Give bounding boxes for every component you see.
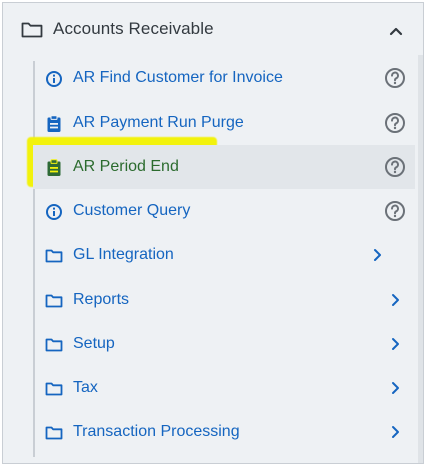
help-icon[interactable] (384, 67, 406, 89)
menu-item-transaction-processing[interactable]: Transaction Processing (33, 410, 415, 454)
chevron-right-icon[interactable] (389, 336, 403, 352)
menu-item-label: Reports (73, 291, 130, 308)
menu-item-setup[interactable]: Setup (33, 322, 415, 366)
menu-item-ar-find-customer-for-invoice[interactable]: AR Find Customer for Invoice (33, 56, 415, 100)
menu-item-tax[interactable]: Tax (33, 366, 415, 410)
info-circle-icon (45, 203, 63, 221)
chevron-right-icon[interactable] (389, 380, 403, 396)
menu-item-label: Setup (73, 335, 115, 352)
folder-icon (45, 424, 63, 442)
menu-item-label: GL Integration (73, 246, 174, 263)
section-title: Accounts Receivable (53, 19, 214, 38)
section-header[interactable]: Accounts Receivable (3, 3, 423, 55)
chevron-right-icon[interactable] (371, 247, 385, 263)
menu-item-label: AR Period End (73, 158, 179, 175)
menu-item-label: AR Find Customer for Invoice (73, 69, 283, 86)
chevron-up-icon[interactable] (389, 21, 403, 41)
help-icon[interactable] (384, 200, 406, 222)
menu-item-label: Customer Query (73, 202, 191, 219)
menu-item-reports[interactable]: Reports (33, 278, 415, 322)
chevron-right-icon[interactable] (389, 424, 403, 440)
menu-item-label: AR Payment Run Purge (73, 114, 244, 131)
clipboard-icon (45, 115, 63, 133)
scrollbar[interactable] (418, 55, 423, 463)
menu-item-label: Tax (73, 379, 98, 396)
info-circle-icon (45, 70, 63, 88)
folder-icon (45, 336, 63, 354)
folder-icon (45, 380, 63, 398)
menu-item-customer-query[interactable]: Customer Query (33, 189, 415, 233)
menu-item-label: Transaction Processing (73, 423, 240, 440)
clipboard-icon (45, 159, 63, 177)
chevron-right-icon[interactable] (389, 292, 403, 308)
menu-item-gl-integration[interactable]: GL Integration (33, 233, 415, 277)
menu-item-ar-payment-run-purge[interactable]: AR Payment Run Purge (33, 101, 415, 145)
folder-icon (45, 292, 63, 310)
folder-icon (45, 247, 63, 265)
folder-icon (21, 20, 43, 43)
menu-item-ar-period-end[interactable]: AR Period End (33, 145, 415, 189)
help-icon[interactable] (384, 156, 406, 178)
help-icon[interactable] (384, 112, 406, 134)
